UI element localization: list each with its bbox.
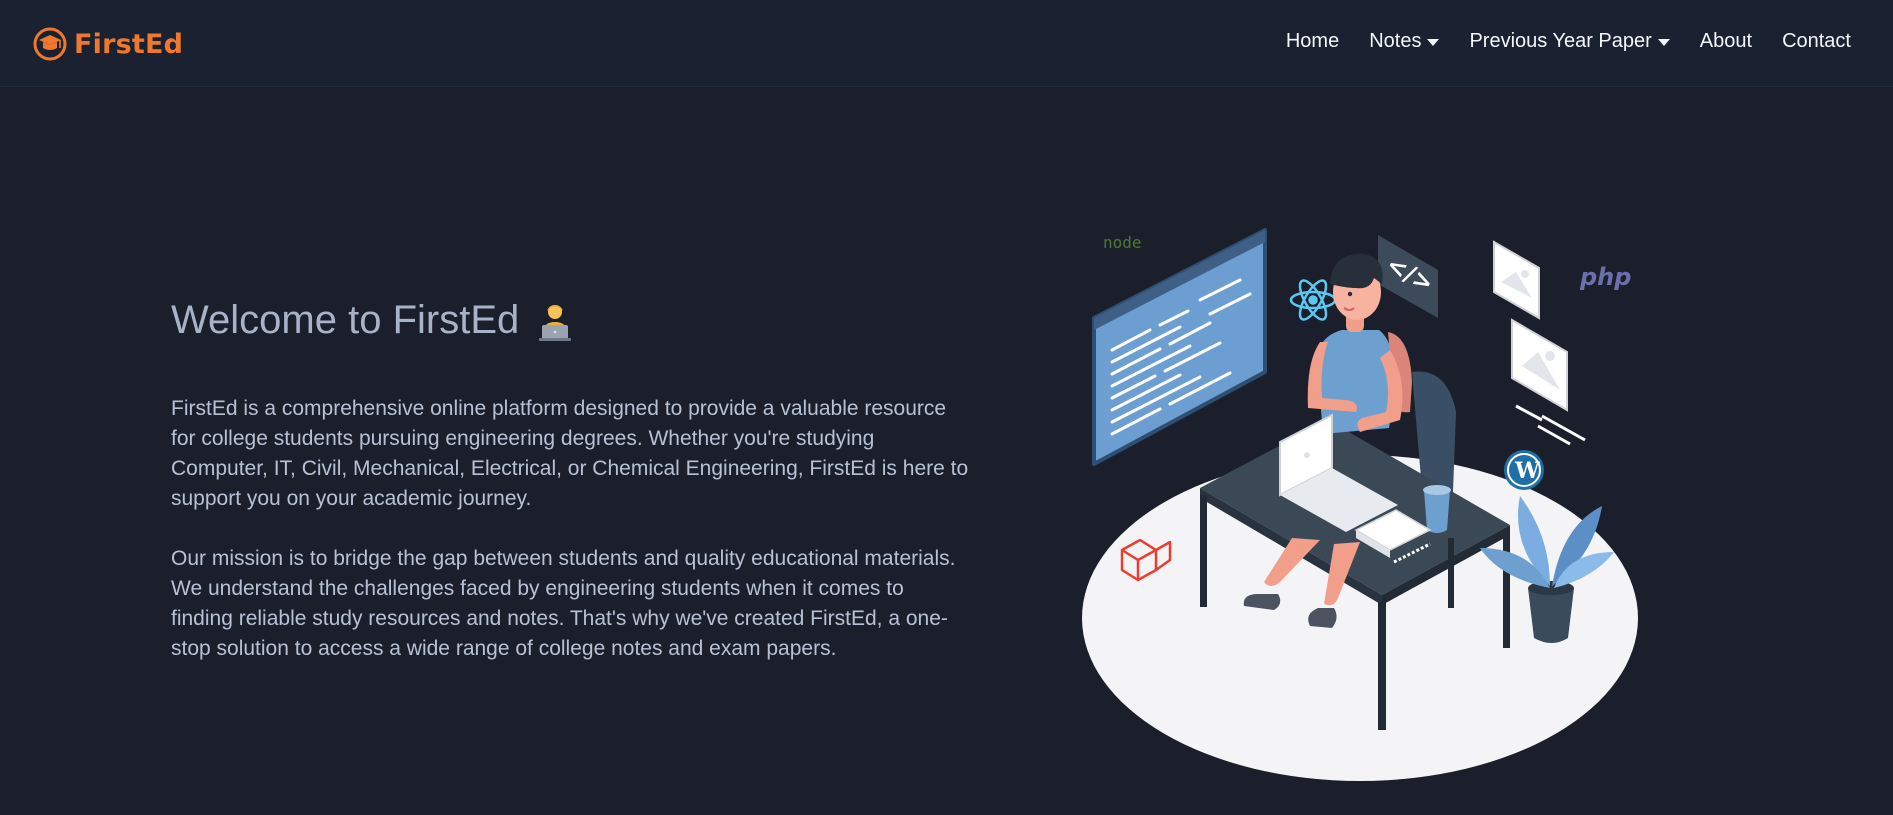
hero-paragraph-mission: Our mission is to bridge the gap between…	[171, 547, 956, 660]
svg-text:W: W	[1514, 458, 1540, 484]
image-placeholder-icon	[1493, 240, 1540, 320]
hero-title: Welcome to FirstEd	[171, 298, 577, 343]
nav-previous-year-paper-dropdown[interactable]: Previous Year Paper	[1469, 30, 1670, 53]
hero-paragraph-intro: FirstEd is a comprehensive online platfo…	[171, 397, 969, 510]
developer-workspace-illustration: node </> php W	[1082, 228, 1638, 781]
hero-title-text: Welcome to FirstEd	[171, 298, 520, 342]
nav-contact-label: Contact	[1782, 30, 1851, 52]
image-placeholder-icon	[1511, 318, 1586, 446]
php-logo-icon: php	[1579, 263, 1631, 291]
brand-name: FirstEd	[74, 28, 184, 60]
caret-down-icon	[1427, 39, 1440, 46]
nav-about-label: About	[1699, 30, 1753, 52]
coffee-cup-icon	[1423, 485, 1451, 533]
code-symbol-tile-icon: </>	[1378, 235, 1438, 318]
code-window-icon	[1092, 228, 1267, 466]
nav-notes-label: Notes	[1369, 30, 1422, 52]
person-at-laptop-emoji-icon	[539, 304, 572, 341]
caret-down-icon	[1657, 39, 1670, 46]
nav-home-label: Home	[1285, 30, 1340, 52]
nodejs-logo-icon: node	[1103, 233, 1142, 252]
nav-previous-year-paper-label: Previous Year Paper	[1469, 30, 1652, 52]
react-logo-icon	[1289, 279, 1337, 321]
main-nav: Home Notes Previous Year Paper About Con…	[1286, 30, 1851, 53]
navbar: FirstEd Home Notes Previous Year Paper A…	[0, 0, 1893, 87]
brand-logo-link[interactable]: FirstEd	[32, 24, 183, 64]
wordpress-logo-icon: W	[1504, 450, 1544, 490]
nav-home[interactable]: Home	[1286, 30, 1339, 53]
graduation-cap-globe-icon	[33, 27, 67, 61]
nav-notes-dropdown[interactable]: Notes	[1369, 30, 1440, 53]
nav-about[interactable]: About	[1700, 30, 1752, 53]
nav-contact[interactable]: Contact	[1782, 30, 1851, 53]
